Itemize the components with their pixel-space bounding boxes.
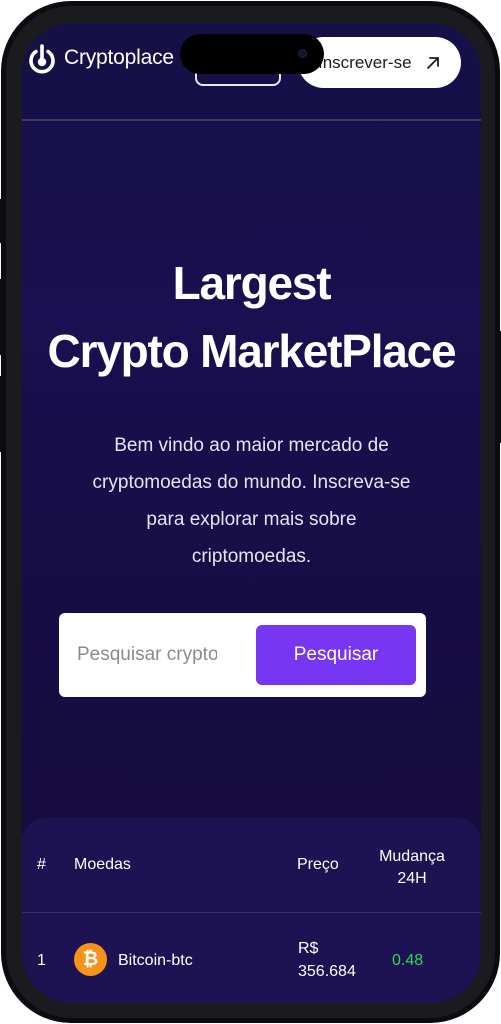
signup-label: Inscrever-se: [318, 52, 412, 72]
dynamic-island: [180, 34, 324, 74]
hero-title-line: Crypto MarketPlace: [47, 325, 457, 377]
signup-button[interactable]: Inscrever-se: [298, 37, 461, 88]
column-header-change-line: Mudança: [379, 848, 445, 865]
table-row-divider: [22, 912, 481, 913]
hero-subtitle-line: cryptomoedas do mundo. Inscreva-se: [92, 472, 411, 493]
header-divider: [22, 119, 481, 121]
bitcoin-icon: ₿: [74, 943, 107, 976]
brand-name: Cryptoplace: [64, 46, 174, 69]
phone-frame: Cryptoplace Inscrever-se Largest Crypto …: [0, 1, 501, 1023]
search-form: Pesquisar: [59, 613, 426, 697]
power-logo-icon: [29, 44, 55, 74]
column-header-change-line: 24H: [397, 870, 427, 887]
column-header-price: Preço: [297, 856, 339, 873]
crypto-table: # Moedas Preço Mudança 24H 1 ₿ Bitcoin-b…: [22, 818, 481, 1003]
row-price-currency: R$: [298, 940, 319, 957]
hero-subtitle-line: Bem vindo ao maior mercado de: [114, 435, 389, 456]
camera-icon: [298, 49, 307, 58]
volume-up-button: [0, 279, 2, 355]
search-input[interactable]: [77, 635, 217, 675]
app-screen: Cryptoplace Inscrever-se Largest Crypto …: [22, 23, 481, 1003]
column-header-coin: Moedas: [74, 856, 131, 873]
brand-logo[interactable]: Cryptoplace: [27, 42, 174, 74]
column-header-change: Mudança 24H: [372, 846, 452, 890]
hero-subtitle-line: para explorar mais sobre: [146, 509, 357, 530]
hero-subtitle: Bem vindo ao maior mercado de cryptomoed…: [52, 427, 451, 575]
row-change: 0.48: [392, 952, 424, 969]
row-price: R$ 356.684: [298, 937, 356, 983]
volume-down-button: [0, 376, 2, 452]
row-price-value: 356.684: [298, 963, 356, 980]
row-coin-name[interactable]: Bitcoin-btc: [118, 952, 193, 970]
column-header-rank: #: [37, 856, 46, 873]
hero-subtitle-line: criptomoedas.: [191, 546, 312, 567]
search-button[interactable]: Pesquisar: [256, 625, 416, 685]
hero-title: Largest Crypto MarketPlace: [22, 249, 481, 385]
action-button: [0, 199, 2, 243]
hero-title-line: Largest: [172, 257, 332, 309]
row-rank: 1: [37, 952, 46, 969]
arrow-up-right-icon: [426, 56, 439, 69]
